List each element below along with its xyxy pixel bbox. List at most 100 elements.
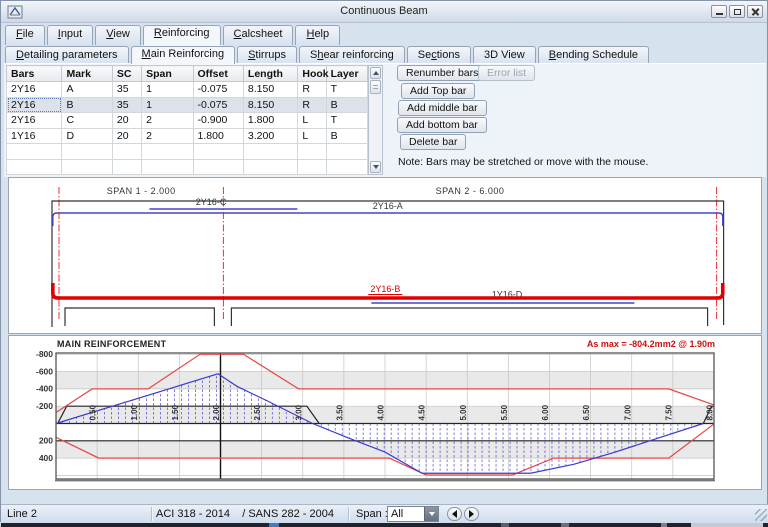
cell-offset[interactable]: 1.800 (192, 127, 244, 144)
x-tick-label: 4.00 (377, 404, 386, 420)
beam-elevation-panel[interactable]: SPAN 1 - 2.000 SPAN 2 - 6.000 2Y16-C 2Y16-A… (8, 177, 762, 334)
y-tick-label: -800 (36, 349, 53, 359)
column-header-hook[interactable]: Hook (297, 65, 329, 82)
column-header-span[interactable]: Span (141, 65, 194, 82)
resize-grip[interactable] (755, 509, 767, 521)
cell-hook[interactable]: R (297, 96, 327, 113)
menu-item-reinforcing[interactable]: Reinforcing (142, 25, 221, 45)
previous-span-button[interactable] (447, 507, 462, 521)
menu-item-calcsheet[interactable]: Calcsheet (222, 25, 294, 45)
main-reinforcement-chart-panel[interactable]: MAIN REINFORCEMENT As max = -804.2mm2 @ … (8, 335, 762, 490)
menu-item-file[interactable]: File (5, 25, 45, 45)
cell-bars[interactable]: 2Y16 (5, 96, 63, 113)
cell-layer[interactable]: B (325, 127, 369, 144)
column-header-offset[interactable]: Offset (192, 65, 244, 82)
arrow-right-icon (469, 510, 474, 518)
column-header-bars[interactable]: Bars (5, 65, 63, 82)
column-header-mark[interactable]: Mark (61, 65, 113, 82)
menu-item-view[interactable]: View (95, 25, 141, 45)
menu-item-input[interactable]: Input (46, 25, 94, 45)
cell-sc[interactable]: 35 (111, 96, 143, 113)
cell-span[interactable]: 1 (141, 96, 194, 113)
tab-bending-schedule[interactable]: Bending Schedule (537, 46, 650, 64)
cell-bars[interactable]: 1Y16 (5, 127, 63, 144)
cell-offset[interactable]: -0.900 (192, 112, 244, 129)
tab-detailing-parameters[interactable]: Detailing parameters (5, 46, 129, 64)
maximize-button[interactable] (729, 5, 745, 18)
column-header-length[interactable]: Length (242, 65, 299, 82)
scrollbar-thumb[interactable] (370, 80, 381, 94)
tab-shear-reinforcing[interactable]: Shear reinforcing (298, 46, 405, 64)
tab-3d-view[interactable]: 3D View (472, 46, 536, 64)
cell-span[interactable]: 1 (141, 81, 194, 98)
scroll-down-button[interactable] (370, 161, 381, 173)
next-span-button[interactable] (464, 507, 479, 521)
x-tick-label: 1.00 (130, 404, 139, 420)
beam-outline (230, 307, 709, 326)
table-row-empty[interactable] (5, 143, 369, 160)
y-tick-label: -400 (36, 384, 53, 394)
cell-length[interactable]: 1.800 (242, 112, 299, 129)
add-middle-bar-button[interactable]: Add middle bar (398, 100, 487, 116)
minimize-button[interactable] (711, 5, 727, 18)
cell-length[interactable]: 8.150 (242, 81, 299, 98)
cell-offset[interactable]: -0.075 (192, 96, 244, 113)
scroll-up-button[interactable] (370, 67, 381, 79)
span-select[interactable]: All (387, 506, 439, 522)
bar-label-2Y16-A: 2Y16-A (373, 201, 403, 211)
column-header-layer[interactable]: Layer (325, 65, 369, 82)
cell-sc[interactable]: 20 (111, 127, 143, 144)
cell-mark[interactable]: D (61, 127, 113, 144)
cell-mark[interactable]: C (61, 112, 113, 129)
column-header-sc[interactable]: SC (111, 65, 143, 82)
cell-sc[interactable]: 20 (111, 112, 143, 129)
table-row-empty[interactable] (5, 158, 369, 175)
bar-label-2Y16-B: 2Y16-B (370, 284, 400, 294)
chart-title: MAIN REINFORCEMENT (57, 339, 167, 349)
table-scrollbar[interactable] (368, 65, 383, 175)
cell-mark[interactable]: A (61, 81, 113, 98)
renumber-bars-button[interactable]: Renumber bars (397, 65, 488, 81)
table-row[interactable]: 2Y16 C 20 2 -0.900 1.800 L T (5, 112, 369, 129)
table-row[interactable]: 2Y16 B 35 1 -0.075 8.150 R B (5, 96, 369, 113)
cell-sc[interactable]: 35 (111, 81, 143, 98)
table-row[interactable]: 1Y16 D 20 2 1.800 3.200 L B (5, 127, 369, 144)
cell-span[interactable]: 2 (141, 112, 194, 129)
cell-layer[interactable]: T (325, 81, 369, 98)
scroll-down-icon (372, 165, 379, 169)
menu-item-help[interactable]: Help (295, 25, 341, 45)
bar-2Y16-A[interactable] (52, 212, 724, 226)
delete-bar-button[interactable]: Delete bar (400, 134, 467, 150)
tab-sections[interactable]: Sections (406, 46, 471, 64)
tab-main-reinforcing[interactable]: Main Reinforcing (130, 46, 236, 64)
taskbar-sliver (1, 523, 768, 527)
span-select-dropdown-button[interactable] (424, 507, 438, 521)
cell-length[interactable]: 8.150 (242, 96, 299, 113)
x-tick-label: 3.00 (294, 404, 303, 420)
tab-stirrups[interactable]: Stirrups (237, 46, 297, 64)
cell-span[interactable]: 2 (141, 127, 194, 144)
cell-hook[interactable]: R (297, 81, 327, 98)
span-label: SPAN 2 - 6.000 (436, 186, 505, 196)
cell-hook[interactable]: L (297, 127, 327, 144)
add-top-bar-button[interactable]: Add Top bar (401, 83, 476, 99)
cell-offset[interactable]: -0.075 (192, 81, 244, 98)
cell-layer[interactable]: T (325, 112, 369, 129)
cell-length[interactable]: 3.200 (242, 127, 299, 144)
error-list-button[interactable]: Error list (478, 65, 536, 81)
design-codes: ACI 318 - 2014 / SANS 282 - 2004 (156, 508, 334, 520)
close-button[interactable] (747, 5, 763, 18)
bar-table[interactable]: Bars Mark SC Span Offset Length Hook Layer 2Y16 A… (5, 65, 369, 175)
x-tick-label: 7.50 (664, 404, 673, 420)
cell-layer[interactable]: B (325, 96, 369, 113)
cell-mark[interactable]: B (61, 96, 113, 113)
cell-bars[interactable]: 2Y16 (5, 81, 63, 98)
table-row[interactable]: 2Y16 A 35 1 -0.075 8.150 R T (5, 81, 369, 98)
cell-hook[interactable]: L (297, 112, 327, 129)
add-bottom-bar-button[interactable]: Add bottom bar (397, 117, 487, 133)
x-tick-label: 6.50 (582, 404, 591, 420)
window-title: Continuous Beam (340, 5, 428, 17)
tab-strip: Detailing parameters Main Reinforcing Stir… (5, 46, 650, 64)
cell-bars[interactable]: 2Y16 (5, 112, 63, 129)
x-tick-label: 5.50 (500, 404, 509, 420)
